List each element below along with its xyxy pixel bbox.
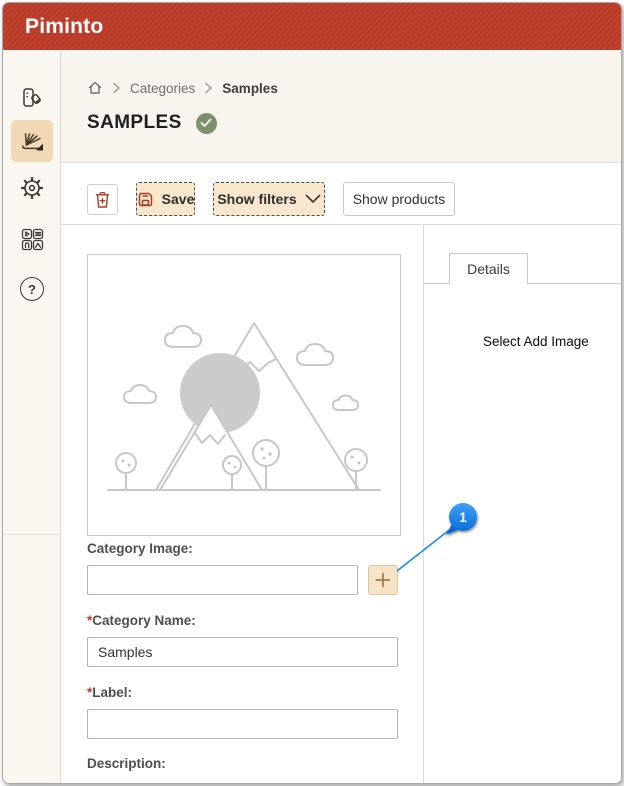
- content-area: Categories Samples SAMPLES Save Show fil…: [61, 50, 621, 783]
- image-preview: [87, 254, 401, 536]
- title-row: SAMPLES: [87, 112, 217, 134]
- save-icon: [137, 191, 154, 208]
- breadcrumb: Categories Samples: [87, 80, 278, 96]
- label-input[interactable]: [87, 709, 398, 739]
- check-icon: [200, 118, 212, 127]
- category-image-label: Category Image:: [87, 541, 193, 556]
- chevron-right-icon: [204, 82, 213, 94]
- delete-button[interactable]: [87, 184, 118, 215]
- top-band: Categories Samples SAMPLES: [61, 50, 621, 162]
- categories-icon: [19, 128, 46, 155]
- landscape-placeholder-icon: [107, 322, 381, 491]
- tab-details[interactable]: Details: [449, 253, 528, 285]
- sidebar-item-settings[interactable]: [11, 167, 53, 209]
- chevron-down-icon: [305, 194, 321, 204]
- tab-details-label: Details: [467, 261, 510, 277]
- sidebar-divider: [3, 534, 60, 535]
- save-label: Save: [161, 191, 195, 207]
- breadcrumb-item-samples: Samples: [222, 80, 278, 96]
- app-title: Piminto: [25, 14, 104, 38]
- status-badge: [195, 112, 217, 134]
- sidebar-item-help[interactable]: ?: [11, 268, 53, 310]
- description-label: Description:: [87, 756, 166, 771]
- sidebar: ?: [3, 50, 61, 783]
- show-products-button[interactable]: Show products: [343, 182, 455, 216]
- catalog-icon: [19, 85, 45, 111]
- toolbar: Save Show filters Show products: [61, 162, 621, 225]
- sidebar-item-media[interactable]: [11, 218, 53, 260]
- chevron-right-icon: [112, 82, 121, 94]
- home-icon[interactable]: [87, 80, 103, 96]
- sidebar-item-categories[interactable]: [11, 120, 53, 162]
- category-image-input[interactable]: [87, 565, 358, 595]
- sidebar-item-catalog[interactable]: [11, 77, 53, 119]
- breadcrumb-item-categories[interactable]: Categories: [130, 81, 195, 96]
- media-grid-icon: [19, 226, 45, 252]
- main-panel: Category Image: *Category Name: *Label: …: [61, 225, 621, 783]
- trash-icon: [93, 189, 112, 210]
- show-filters-button[interactable]: Show filters: [213, 182, 325, 216]
- details-tabs: Details: [424, 253, 621, 285]
- gear-icon: [18, 174, 46, 202]
- app-header: Piminto: [3, 3, 621, 50]
- show-filters-label: Show filters: [217, 191, 297, 207]
- category-name-input[interactable]: [87, 637, 398, 667]
- add-image-button[interactable]: [368, 565, 398, 595]
- label-label: *Label:: [87, 685, 133, 700]
- show-products-label: Show products: [352, 191, 446, 207]
- plus-icon: [375, 572, 391, 588]
- details-panel: Details: [424, 225, 621, 783]
- page-title: SAMPLES: [87, 112, 182, 133]
- help-icon: ?: [20, 277, 44, 301]
- category-name-label: *Category Name:: [87, 613, 196, 628]
- save-button[interactable]: Save: [136, 182, 195, 216]
- app-window: Piminto ? Categories Samples SAMPLES Sav…: [2, 2, 622, 784]
- callout-text: Select Add Image: [483, 334, 589, 349]
